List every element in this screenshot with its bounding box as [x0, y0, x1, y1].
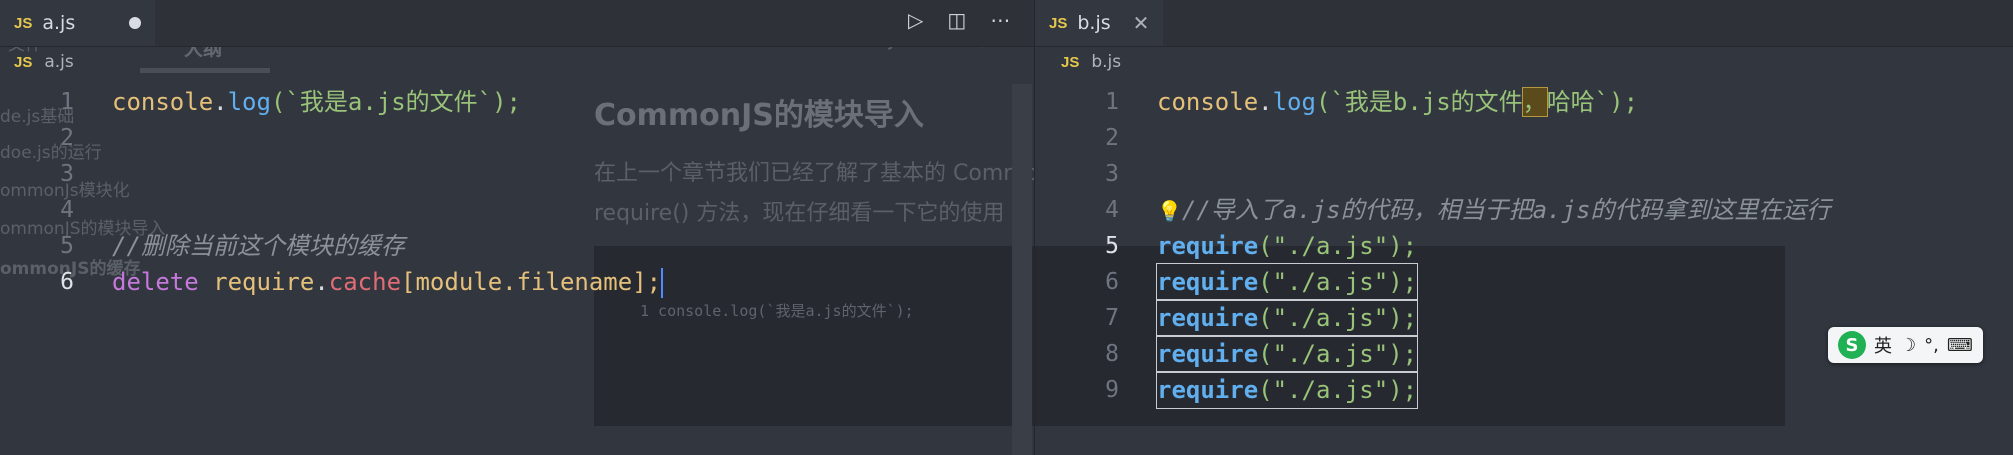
breadcrumb-file[interactable]: a.js — [44, 52, 73, 72]
code-line[interactable]: require("./a.js"); — [1157, 228, 1417, 264]
line-number: 5 — [1105, 233, 1119, 259]
left-tab-bar: JS a.js ▷ ◫ ⋯ — [0, 0, 1034, 47]
js-file-icon: JS — [1061, 53, 1080, 71]
tab-label: a.js — [42, 12, 76, 34]
selection-match[interactable]: require("./a.js"); — [1155, 371, 1419, 409]
moon-icon[interactable]: ☽ — [1900, 335, 1916, 356]
line-number: 4 — [60, 197, 74, 223]
line-number: 8 — [1105, 341, 1119, 367]
line-number: 9 — [1105, 377, 1119, 403]
run-icon[interactable]: ▷ — [908, 8, 923, 32]
split-editor-icon[interactable]: ◫ — [947, 8, 966, 32]
editor-actions: ▷ ◫ ⋯ — [908, 8, 1010, 32]
unsaved-dot-icon[interactable] — [129, 17, 142, 29]
line-number: 3 — [60, 161, 74, 187]
tab-b-js[interactable]: JS b.js ✕ — [1035, 0, 1164, 46]
code-line[interactable]: console.log(`我是a.js的文件`); — [112, 84, 521, 120]
js-file-icon: JS — [14, 14, 33, 32]
code-line[interactable]: delete require.cache[module.filename]; — [112, 264, 664, 300]
code-line[interactable]: 💡//导入了a.js的代码，相当于把a.js的代码拿到这里在运行 — [1157, 192, 1830, 229]
line-number: 6 — [1105, 269, 1119, 295]
right-tab-bar: JS b.js ✕ — [1035, 0, 2013, 47]
punctuation-icon[interactable]: °, — [1924, 335, 1939, 356]
breadcrumb[interactable]: JS b.js — [1061, 52, 1121, 72]
line-number: 2 — [1105, 125, 1119, 151]
background-doc-heading: CommonJS的模块导入 — [594, 98, 924, 133]
ime-toolbar[interactable]: S 英 ☽ °, ⌨ — [1828, 327, 1983, 363]
selection-match[interactable]: require("./a.js"); — [1155, 299, 1419, 337]
keyboard-icon[interactable]: ⌨ — [1947, 335, 1973, 356]
more-actions-icon[interactable]: ⋯ — [990, 8, 1010, 32]
selection-match[interactable]: require("./a.js"); — [1155, 263, 1419, 301]
code-comment[interactable]: //删除当前这个模块的缓存 — [112, 228, 405, 264]
close-icon[interactable]: ✕ — [1133, 11, 1150, 35]
line-number: 4 — [1105, 197, 1119, 223]
line-number: 1 — [60, 89, 74, 115]
js-file-icon: JS — [1049, 14, 1068, 32]
code-line[interactable]: console.log(`我是b.js的文件，哈哈`); — [1157, 84, 1638, 120]
breadcrumb-file[interactable]: b.js — [1091, 52, 1121, 72]
line-number: 5 — [60, 233, 74, 259]
background-code-snippet: 1 console.log(`我是a.js的文件`); — [640, 302, 914, 320]
tab-a-js[interactable]: JS a.js — [0, 0, 156, 46]
line-number: 3 — [1105, 161, 1119, 187]
selection-match[interactable]: require("./a.js"); — [1155, 335, 1419, 373]
line-number: 6 — [60, 269, 74, 295]
line-number: 1 — [1105, 89, 1119, 115]
vertical-scrollbar[interactable] — [1012, 84, 1032, 455]
tab-label: b.js — [1077, 12, 1111, 34]
background-doc-paragraph: 在上一个章节我们已经了解了基本的 CommonJS 的导出与导入，我们也知道了如… — [594, 161, 1034, 186]
text-cursor — [661, 268, 664, 298]
outline-underline — [140, 68, 270, 73]
background-doc-paragraph: require() 方法，现在仔细看一下它的使用 — [594, 201, 1005, 226]
ime-language[interactable]: 英 — [1874, 332, 1892, 358]
left-editor-pane[interactable]: 当我们去执行 node Student.js 的时候，就会报错了，因为我们已经改… — [0, 0, 1034, 455]
line-number: 7 — [1105, 305, 1119, 331]
lightbulb-icon[interactable]: 💡 — [1157, 199, 1182, 223]
line-number: 2 — [60, 125, 74, 151]
breadcrumb[interactable]: JS a.js — [14, 52, 74, 72]
right-editor-pane[interactable]: JS b.js ✕ JS b.js 1 console.log(`我是b.js的… — [1034, 0, 2013, 455]
sogou-logo-icon[interactable]: S — [1838, 331, 1866, 359]
js-file-icon: JS — [14, 53, 33, 71]
